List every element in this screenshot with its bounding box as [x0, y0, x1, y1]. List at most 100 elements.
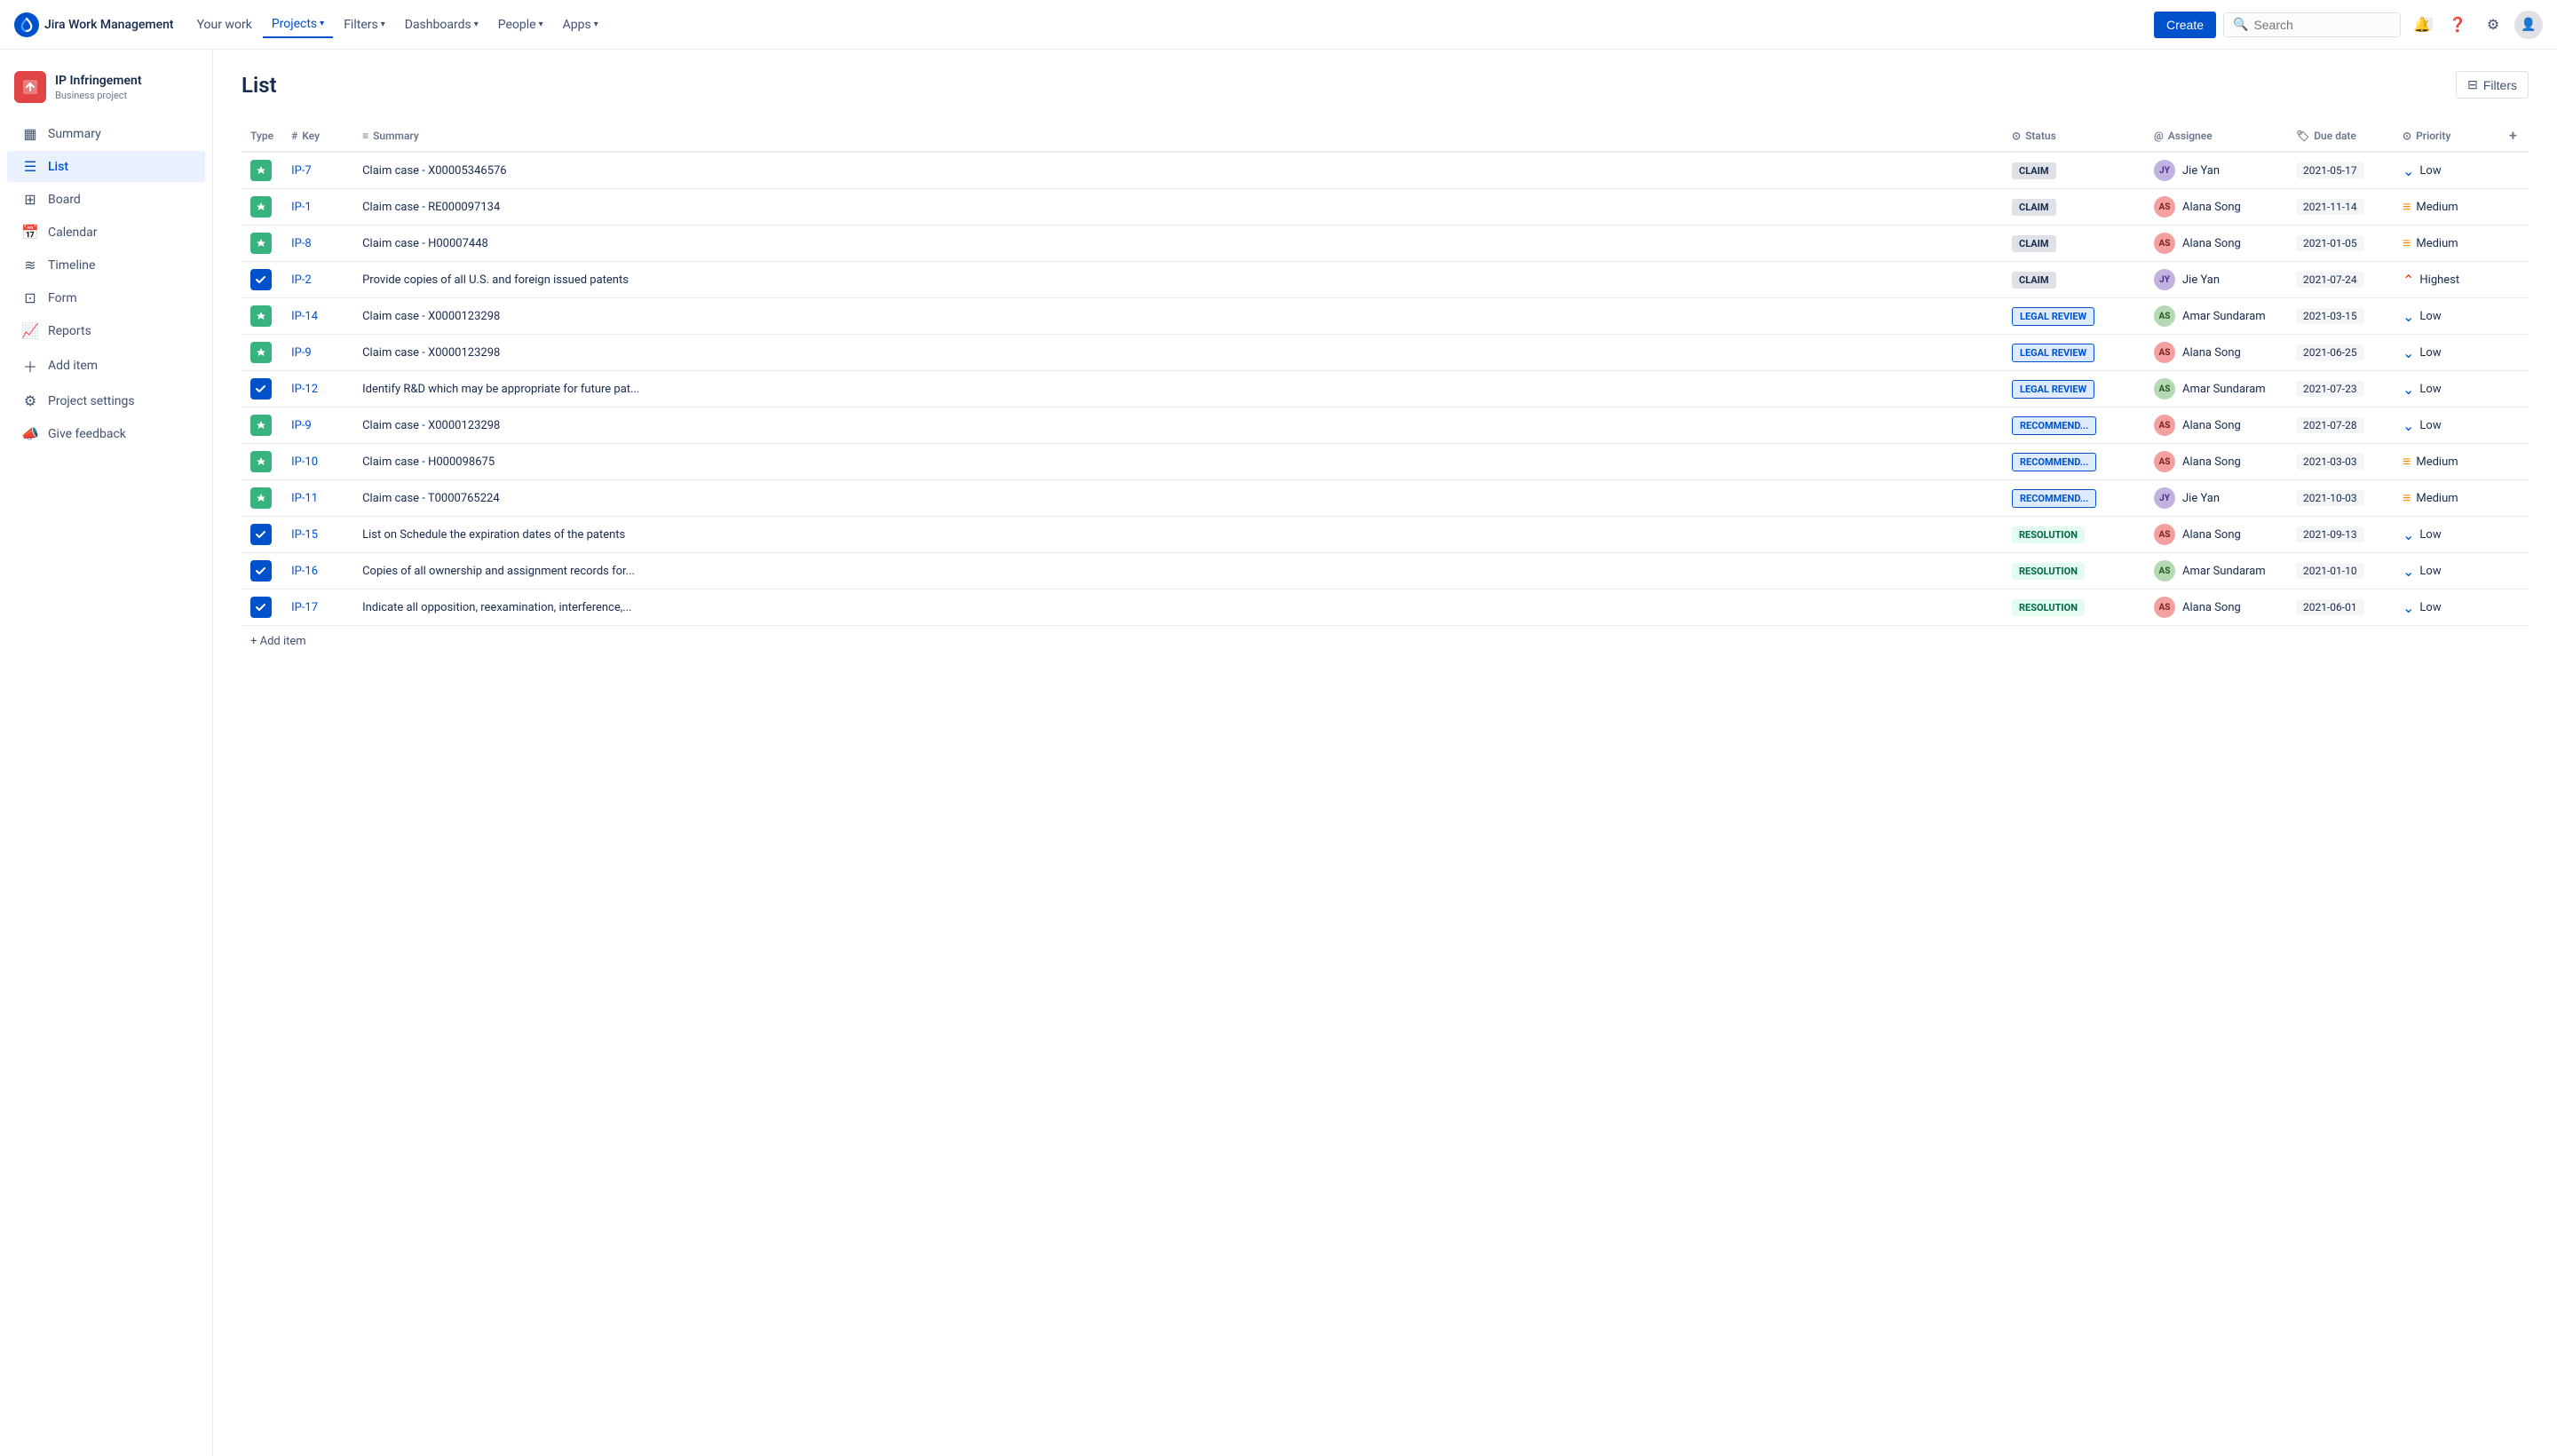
- cell-status[interactable]: CLAIM: [2003, 152, 2145, 189]
- assignee-col-icon: @: [2154, 130, 2164, 142]
- cell-extra: [2500, 189, 2529, 226]
- settings-button[interactable]: ⚙: [2479, 11, 2507, 39]
- table-row[interactable]: IP-9 Claim case - X0000123298 LEGAL REVI…: [241, 335, 2529, 371]
- col-header-assignee[interactable]: @ Assignee: [2145, 120, 2287, 152]
- help-button[interactable]: ❓: [2443, 11, 2472, 39]
- table-row[interactable]: IP-8 Claim case - H00007448 CLAIM AS Ala…: [241, 226, 2529, 262]
- cell-status[interactable]: RESOLUTION: [2003, 590, 2145, 626]
- cell-key[interactable]: IP-2: [282, 262, 353, 298]
- filters-button[interactable]: ⊟ Filters: [2456, 71, 2529, 99]
- cell-summary: Claim case - X0000123298: [353, 408, 2003, 444]
- cell-status[interactable]: LEGAL REVIEW: [2003, 335, 2145, 371]
- cell-summary: Claim case - RE000097134: [353, 189, 2003, 226]
- cell-key[interactable]: IP-14: [282, 298, 353, 335]
- status-col-icon: ⊙: [2012, 130, 2021, 142]
- issues-table: Type # Key ≡ Summary: [241, 120, 2529, 626]
- sidebar-item-project-settings[interactable]: ⚙ Project settings: [7, 385, 205, 416]
- cell-status[interactable]: RESOLUTION: [2003, 553, 2145, 590]
- add-item-label: + Add item: [250, 635, 306, 648]
- cell-duedate: 2021-03-15: [2287, 298, 2394, 335]
- cell-extra: [2500, 553, 2529, 590]
- cell-type: [241, 226, 282, 262]
- cell-duedate: 2021-07-24: [2287, 262, 2394, 298]
- col-header-priority[interactable]: ⊙ Priority: [2394, 120, 2500, 152]
- table-row[interactable]: IP-1 Claim case - RE000097134 CLAIM AS A…: [241, 189, 2529, 226]
- cell-status[interactable]: CLAIM: [2003, 262, 2145, 298]
- cell-duedate: 2021-01-10: [2287, 553, 2394, 590]
- sidebar-item-add-item[interactable]: ＋ Add item: [7, 348, 205, 384]
- table-row[interactable]: IP-10 Claim case - H000098675 RECOMMEND.…: [241, 444, 2529, 480]
- col-header-status[interactable]: ⊙ Status: [2003, 120, 2145, 152]
- cell-priority: ⌄ Low: [2394, 298, 2500, 335]
- search-box[interactable]: 🔍 /: [2223, 12, 2401, 37]
- sidebar-item-list[interactable]: ☰ List: [7, 151, 205, 182]
- cell-status[interactable]: LEGAL REVIEW: [2003, 371, 2145, 408]
- table-row[interactable]: IP-2 Provide copies of all U.S. and fore…: [241, 262, 2529, 298]
- table-row[interactable]: IP-17 Indicate all opposition, reexamina…: [241, 590, 2529, 626]
- cell-key[interactable]: IP-16: [282, 553, 353, 590]
- cell-status[interactable]: RECOMMEND...: [2003, 480, 2145, 517]
- cell-status[interactable]: CLAIM: [2003, 189, 2145, 226]
- cell-duedate: 2021-09-13: [2287, 517, 2394, 553]
- cell-key[interactable]: IP-10: [282, 444, 353, 480]
- cell-key[interactable]: IP-9: [282, 335, 353, 371]
- sidebar-item-timeline[interactable]: ≋ Timeline: [7, 249, 205, 281]
- sidebar-item-summary[interactable]: ▦ Summary: [7, 118, 205, 149]
- sidebar: IP Infringement Business project ▦ Summa…: [0, 50, 213, 1456]
- cell-assignee: JY Jie Yan: [2145, 262, 2287, 298]
- cell-duedate: 2021-07-23: [2287, 371, 2394, 408]
- col-header-duedate[interactable]: 🏷 Due date: [2287, 120, 2394, 152]
- nav-projects[interactable]: Projects ▾: [263, 12, 333, 38]
- sidebar-item-form[interactable]: ⊡ Form: [7, 282, 205, 313]
- cell-type: [241, 262, 282, 298]
- col-header-key[interactable]: # Key: [282, 120, 353, 152]
- cell-summary: List on Schedule the expiration dates of…: [353, 517, 2003, 553]
- cell-key[interactable]: IP-1: [282, 189, 353, 226]
- sidebar-item-board[interactable]: ⊞ Board: [7, 184, 205, 215]
- table-row[interactable]: IP-14 Claim case - X0000123298 LEGAL REV…: [241, 298, 2529, 335]
- cell-key[interactable]: IP-17: [282, 590, 353, 626]
- create-button[interactable]: Create: [2154, 12, 2216, 38]
- cell-assignee: JY Jie Yan: [2145, 480, 2287, 517]
- cell-key[interactable]: IP-9: [282, 408, 353, 444]
- cell-key[interactable]: IP-7: [282, 152, 353, 189]
- app-logo[interactable]: Jira Work Management: [14, 12, 174, 37]
- cell-status[interactable]: LEGAL REVIEW: [2003, 298, 2145, 335]
- cell-status[interactable]: RECOMMEND...: [2003, 444, 2145, 480]
- sidebar-item-give-feedback[interactable]: 📣 Give feedback: [7, 418, 205, 449]
- col-header-summary[interactable]: ≡ Summary: [353, 120, 2003, 152]
- cell-summary: Copies of all ownership and assignment r…: [353, 553, 2003, 590]
- notifications-button[interactable]: 🔔: [2408, 11, 2436, 39]
- cell-status[interactable]: RESOLUTION: [2003, 517, 2145, 553]
- brand-name: Jira Work Management: [44, 18, 174, 32]
- cell-extra: [2500, 408, 2529, 444]
- cell-key[interactable]: IP-15: [282, 517, 353, 553]
- nav-people[interactable]: People ▾: [489, 12, 552, 37]
- add-item-row[interactable]: + Add item: [241, 626, 2529, 657]
- table-row[interactable]: IP-9 Claim case - X0000123298 RECOMMEND.…: [241, 408, 2529, 444]
- table-row[interactable]: IP-7 Claim case - X00005346576 CLAIM JY …: [241, 152, 2529, 189]
- cell-status[interactable]: RECOMMEND...: [2003, 408, 2145, 444]
- search-input[interactable]: [2253, 18, 2414, 32]
- cell-priority: ⌄ Low: [2394, 517, 2500, 553]
- cell-duedate: 2021-03-03: [2287, 444, 2394, 480]
- cell-key[interactable]: IP-12: [282, 371, 353, 408]
- nav-your-work[interactable]: Your work: [188, 12, 261, 37]
- calendar-icon: 📅: [21, 224, 39, 241]
- sidebar-item-calendar[interactable]: 📅 Calendar: [7, 217, 205, 248]
- table-row[interactable]: IP-15 List on Schedule the expiration da…: [241, 517, 2529, 553]
- priority-icon: ⌄: [2403, 162, 2414, 179]
- table-row[interactable]: IP-12 Identify R&D which may be appropri…: [241, 371, 2529, 408]
- cell-key[interactable]: IP-8: [282, 226, 353, 262]
- nav-filters[interactable]: Filters ▾: [335, 12, 394, 37]
- cell-key[interactable]: IP-11: [282, 480, 353, 517]
- sidebar-item-reports[interactable]: 📈 Reports: [7, 315, 205, 346]
- table-row[interactable]: IP-11 Claim case - T0000765224 RECOMMEND…: [241, 480, 2529, 517]
- cell-assignee: AS Alana Song: [2145, 517, 2287, 553]
- table-row[interactable]: IP-16 Copies of all ownership and assign…: [241, 553, 2529, 590]
- cell-status[interactable]: CLAIM: [2003, 226, 2145, 262]
- user-avatar[interactable]: 👤: [2514, 11, 2543, 39]
- col-header-add[interactable]: +: [2500, 120, 2529, 152]
- nav-dashboards[interactable]: Dashboards ▾: [396, 12, 487, 37]
- nav-apps[interactable]: Apps ▾: [554, 12, 607, 37]
